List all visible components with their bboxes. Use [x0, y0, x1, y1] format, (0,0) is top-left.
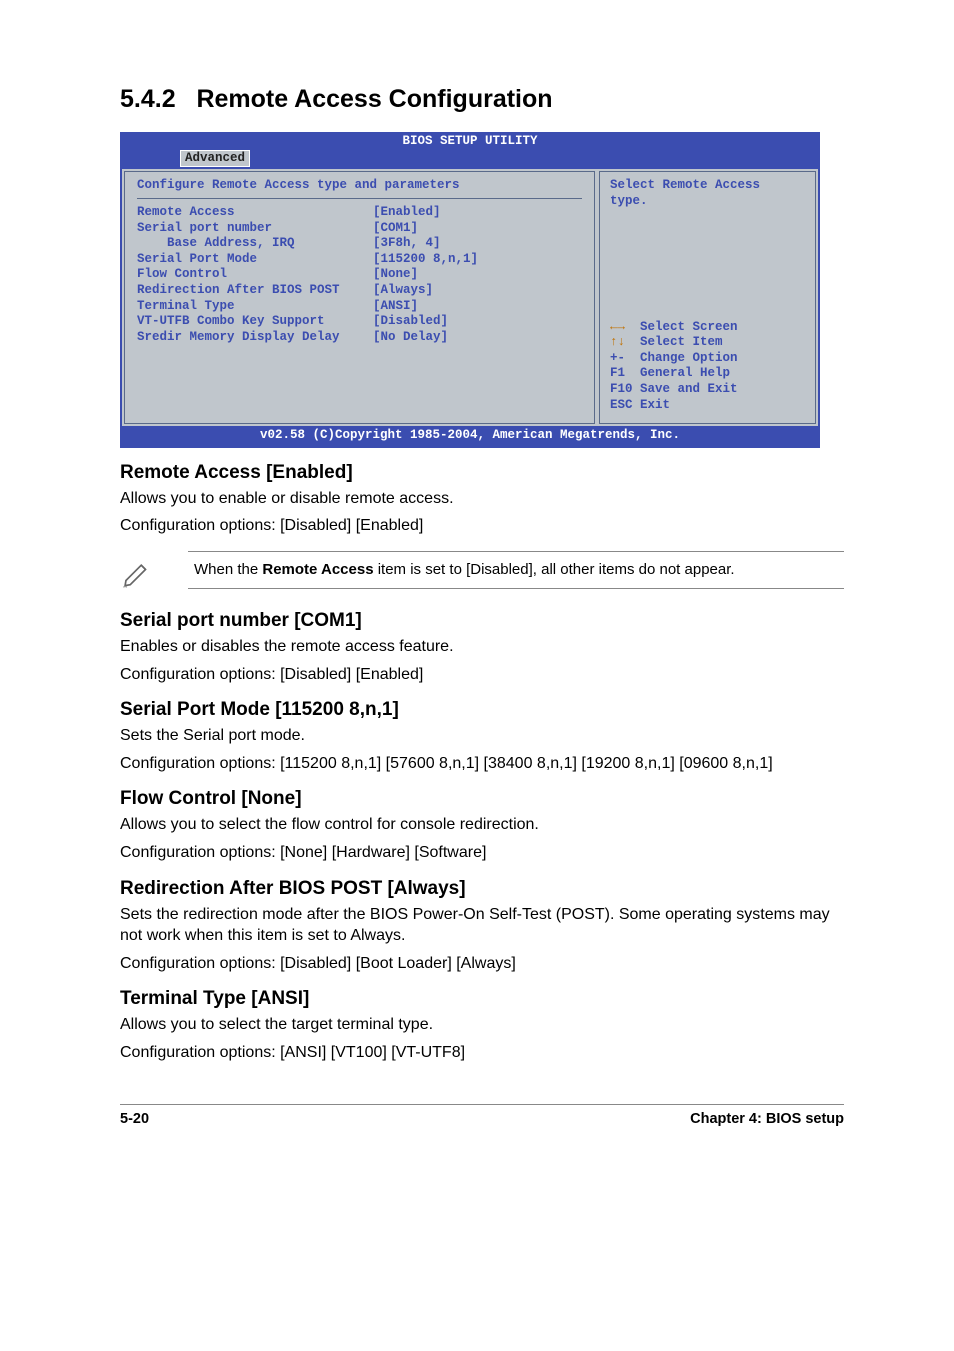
- legend-key: +-: [610, 351, 633, 365]
- bios-title: BIOS SETUP UTILITY: [120, 132, 820, 150]
- setting-label: Flow Control: [137, 267, 373, 283]
- setting-value[interactable]: [No Delay]: [373, 330, 484, 346]
- setting-value[interactable]: [Always]: [373, 283, 484, 299]
- note-block: When the Remote Access item is set to [D…: [120, 551, 844, 594]
- legend-text: Exit: [633, 398, 671, 412]
- legend-text: General Help: [633, 366, 731, 380]
- section-title: Remote Access Configuration: [196, 85, 552, 113]
- legend-line: ↑↓ Select Item: [610, 335, 805, 351]
- legend-key: F1: [610, 366, 633, 380]
- heading-flow-control: Flow Control [None]: [120, 788, 844, 810]
- legend-text: Select Item: [633, 335, 723, 349]
- table-row: Redirection After BIOS POST[Always]: [137, 283, 484, 299]
- table-row: VT-UTFB Combo Key Support[Disabled]: [137, 314, 484, 330]
- legend-text: Save and Exit: [633, 382, 738, 396]
- body-text: Configuration options: [115200 8,n,1] [5…: [120, 753, 844, 775]
- body-text: Enables or disables the remote access fe…: [120, 636, 844, 658]
- legend-line: ESC Exit: [610, 398, 805, 414]
- body-text: Configuration options: [Disabled] [Enabl…: [120, 515, 844, 537]
- legend-line: +- Change Option: [610, 351, 805, 367]
- pencil-icon: [120, 551, 170, 594]
- setting-value[interactable]: [COM1]: [373, 221, 484, 237]
- section-number: 5.4.2: [120, 85, 176, 113]
- chapter-label: Chapter 4: BIOS setup: [690, 1111, 844, 1127]
- body-text: Configuration options: [Disabled] [Boot …: [120, 953, 844, 975]
- heading-terminal-type: Terminal Type [ANSI]: [120, 988, 844, 1010]
- legend-text: Select Screen: [633, 320, 738, 334]
- legend-key: ←→: [610, 320, 633, 334]
- bios-footer: v02.58 (C)Copyright 1985-2004, American …: [120, 426, 820, 448]
- bios-tabs: Advanced: [120, 150, 820, 170]
- setting-label: Serial port number: [137, 221, 373, 237]
- table-row: Flow Control[None]: [137, 267, 484, 283]
- bios-left-pane: Configure Remote Access type and paramet…: [124, 171, 595, 424]
- setting-label: Base Address, IRQ: [137, 236, 373, 252]
- setting-value[interactable]: [Disabled]: [373, 314, 484, 330]
- divider: [137, 198, 582, 199]
- setting-label: Remote Access: [137, 205, 373, 221]
- table-row: Terminal Type[ANSI]: [137, 299, 484, 315]
- setting-value[interactable]: [115200 8,n,1]: [373, 252, 484, 268]
- setting-label: Sredir Memory Display Delay: [137, 330, 373, 346]
- table-row: Sredir Memory Display Delay[No Delay]: [137, 330, 484, 346]
- body-text: Allows you to select the flow control fo…: [120, 814, 844, 836]
- bios-panel: BIOS SETUP UTILITY Advanced Configure Re…: [120, 132, 820, 448]
- legend-line: F10 Save and Exit: [610, 382, 805, 398]
- heading-serial-port-mode: Serial Port Mode [115200 8,n,1]: [120, 699, 844, 721]
- page-number: 5-20: [120, 1111, 149, 1127]
- legend-key: ↑↓: [610, 335, 633, 349]
- body-text: Allows you to select the target terminal…: [120, 1014, 844, 1036]
- bios-help-text: Select Remote Access type.: [610, 178, 805, 209]
- setting-value[interactable]: [None]: [373, 267, 484, 283]
- note-text: When the Remote Access item is set to [D…: [188, 551, 844, 589]
- bios-settings-table: Remote Access[Enabled]Serial port number…: [137, 205, 484, 346]
- body-text: Sets the Serial port mode.: [120, 725, 844, 747]
- body-text: Configuration options: [Disabled] [Enabl…: [120, 664, 844, 686]
- section-heading: 5.4.2 Remote Access Configuration: [120, 85, 844, 114]
- table-row: Serial Port Mode[115200 8,n,1]: [137, 252, 484, 268]
- body-text: Configuration options: [None] [Hardware]…: [120, 842, 844, 864]
- body-text: Allows you to enable or disable remote a…: [120, 488, 844, 510]
- setting-label: VT-UTFB Combo Key Support: [137, 314, 373, 330]
- setting-value[interactable]: [ANSI]: [373, 299, 484, 315]
- legend-key: ESC: [610, 398, 633, 412]
- setting-value[interactable]: [Enabled]: [373, 205, 484, 221]
- legend-line: ←→ Select Screen: [610, 320, 805, 336]
- bios-left-title: Configure Remote Access type and paramet…: [137, 178, 582, 194]
- bios-key-legend: ←→ Select Screen↑↓ Select Item+- Change …: [610, 320, 805, 414]
- bios-help-pane: Select Remote Access type. ←→ Select Scr…: [599, 171, 816, 424]
- legend-text: Change Option: [633, 351, 738, 365]
- table-row: Base Address, IRQ[3F8h, 4]: [137, 236, 484, 252]
- setting-value[interactable]: [3F8h, 4]: [373, 236, 484, 252]
- setting-label: Terminal Type: [137, 299, 373, 315]
- heading-remote-access: Remote Access [Enabled]: [120, 462, 844, 484]
- table-row: Remote Access[Enabled]: [137, 205, 484, 221]
- setting-label: Redirection After BIOS POST: [137, 283, 373, 299]
- body-text: Configuration options: [ANSI] [VT100] [V…: [120, 1042, 844, 1064]
- page-footer: 5-20 Chapter 4: BIOS setup: [120, 1104, 844, 1127]
- body-text: Sets the redirection mode after the BIOS…: [120, 904, 844, 947]
- heading-redirection: Redirection After BIOS POST [Always]: [120, 878, 844, 900]
- setting-label: Serial Port Mode: [137, 252, 373, 268]
- tab-advanced[interactable]: Advanced: [180, 150, 250, 168]
- legend-line: F1 General Help: [610, 366, 805, 382]
- legend-key: F10: [610, 382, 633, 396]
- table-row: Serial port number[COM1]: [137, 221, 484, 237]
- heading-serial-port-number: Serial port number [COM1]: [120, 610, 844, 632]
